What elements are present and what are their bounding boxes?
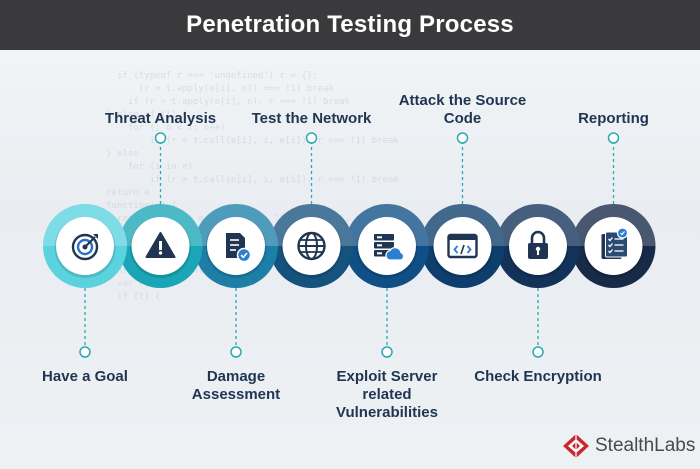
logo-text: StealthLabs (595, 435, 696, 456)
stealthlabs-logo-icon (563, 434, 589, 458)
connector-dot (381, 346, 393, 358)
report-icon (601, 227, 629, 259)
step-label: Threat Analysis (104, 110, 217, 127)
connector-dot (456, 132, 469, 144)
step-label: Attack the Source Code (398, 92, 527, 127)
connector-dot (532, 346, 544, 358)
step-label: Reporting (578, 110, 649, 127)
step-label: Have a Goal (42, 368, 128, 385)
step-label: Check Encryption (474, 368, 602, 385)
step-disc (433, 217, 492, 275)
step-label: Damage Assessment (191, 368, 281, 403)
connector-dot (154, 132, 167, 144)
connector-dot (79, 346, 91, 358)
logo: StealthLabs (562, 433, 695, 459)
connector-dot (607, 132, 620, 144)
step-label: Exploit Server related Vulnerabilities (336, 368, 438, 421)
connector-dot (305, 132, 318, 144)
step-label: Test the Network (251, 110, 372, 127)
connector-dot (230, 346, 242, 358)
